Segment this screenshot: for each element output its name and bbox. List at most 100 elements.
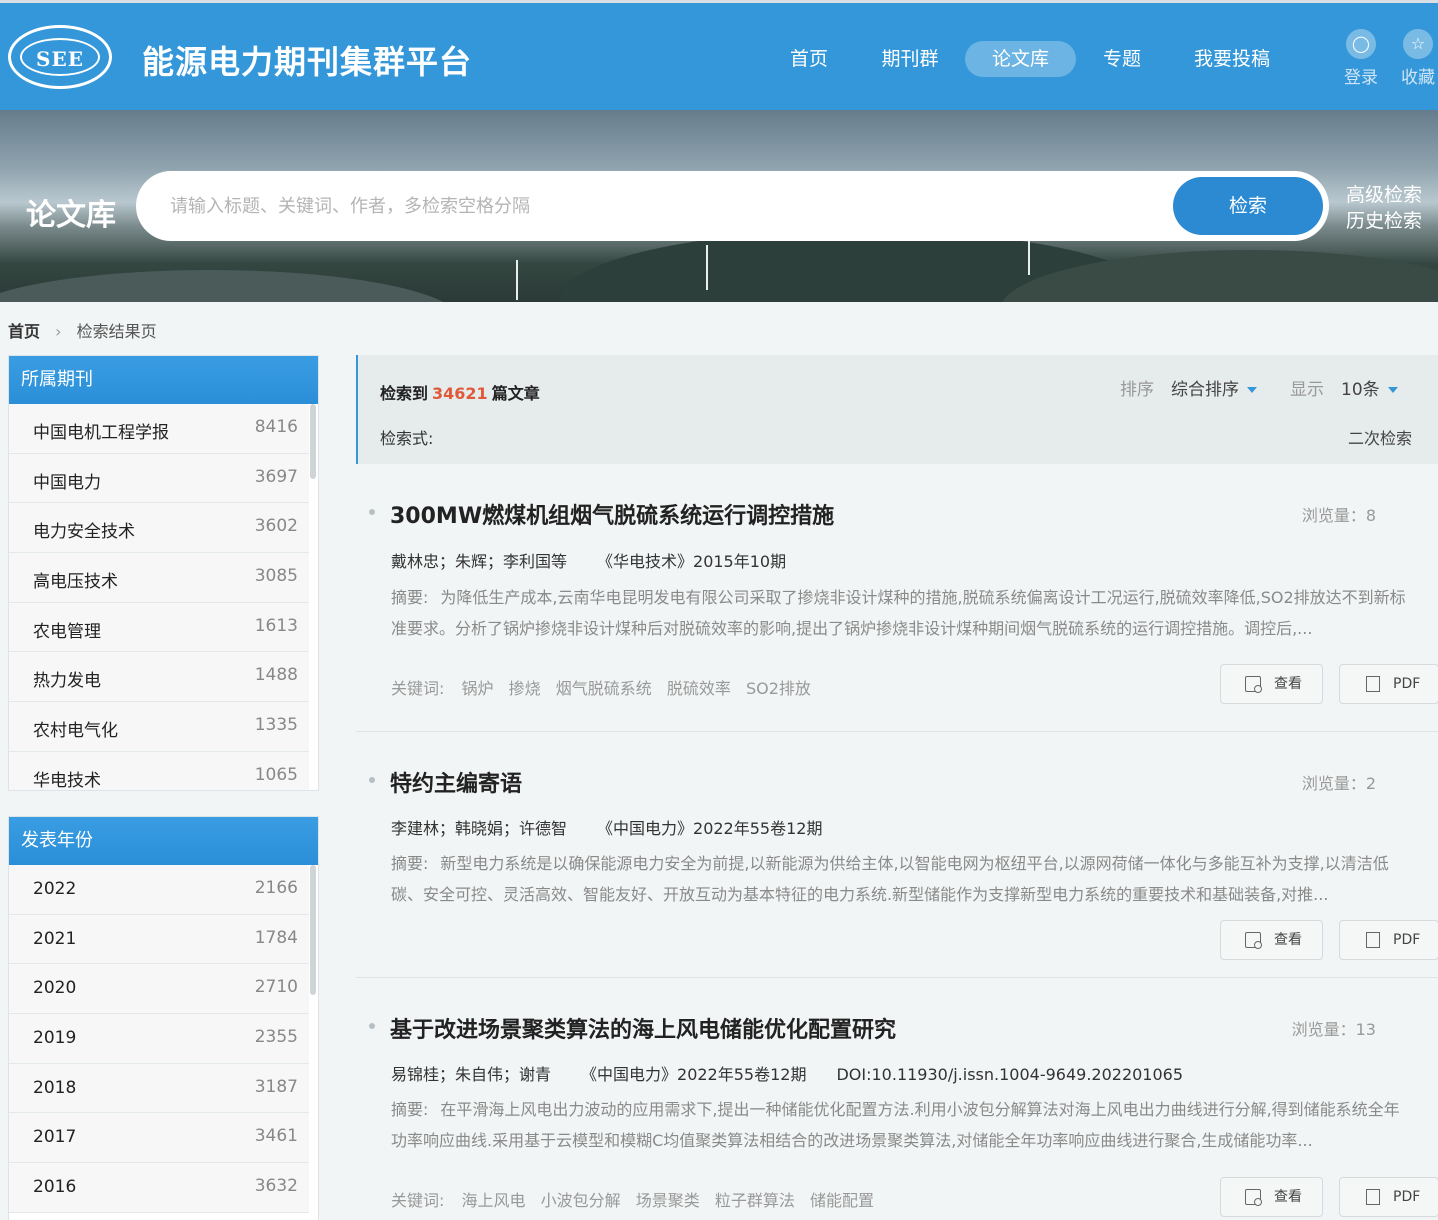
year-filter-item[interactable]: 2022 2166 bbox=[9, 865, 309, 915]
nav-journal-group[interactable]: 期刊群 bbox=[866, 41, 954, 77]
keyword-link[interactable]: 锅炉 bbox=[462, 679, 494, 698]
journal-filter-item[interactable]: 农村电气化 1335 bbox=[9, 702, 309, 752]
article-authors[interactable]: 戴林忠；朱辉；李利国等 bbox=[391, 552, 567, 571]
keyword-link[interactable]: 粒子群算法 bbox=[715, 1191, 795, 1210]
year-name: 2022 bbox=[33, 879, 77, 899]
article-doi[interactable]: DOI:10.11930/j.issn.1004-9649.202201065 bbox=[836, 1065, 1183, 1084]
favorite-button[interactable]: ☆ 收藏 bbox=[1398, 29, 1438, 88]
view-button-label: 查看 bbox=[1274, 1189, 1302, 1205]
site-title[interactable]: 能源电力期刊集群平台 bbox=[142, 37, 472, 83]
article-authors[interactable]: 易锦桂；朱自伟；谢青 bbox=[391, 1065, 551, 1084]
abstract-label: 摘要: bbox=[391, 854, 429, 873]
year-filter-item[interactable]: 2018 3187 bbox=[9, 1063, 309, 1114]
preview-icon bbox=[1245, 932, 1262, 949]
journal-list[interactable]: 中国电机工程学报 8416 中国电力 3697 电力安全技术 3602 高电压技术 30… bbox=[9, 404, 318, 790]
view-count: 浏览量：8 bbox=[1301, 506, 1376, 525]
year-filter-item[interactable]: 2017 3461 bbox=[9, 1113, 309, 1164]
view-button[interactable]: 查看 bbox=[1220, 664, 1323, 704]
scrollbar[interactable] bbox=[310, 865, 316, 995]
nav-paper-library[interactable]: 论文库 bbox=[965, 41, 1076, 77]
keyword-link[interactable]: 脱硫效率 bbox=[667, 679, 731, 698]
year-filter-item[interactable]: 2021 1784 bbox=[9, 914, 309, 965]
nav-topics[interactable]: 专题 bbox=[1090, 41, 1154, 77]
article-abstract: 摘要: 新型电力系统是以确保能源电力安全为前提,以新能源为供给主体,以智能电网为枢… bbox=[391, 848, 1406, 910]
pdf-button[interactable]: PDF bbox=[1339, 920, 1438, 960]
year-name: 2016 bbox=[33, 1177, 77, 1198]
abstract-label: 摘要: bbox=[391, 1100, 429, 1119]
year-count: 2166 bbox=[254, 878, 298, 898]
page-size-dropdown[interactable]: 10条 bbox=[1341, 375, 1398, 400]
journal-filter-item[interactable]: 华电技术 1065 bbox=[9, 751, 309, 790]
keyword-link[interactable]: 掺烧 bbox=[509, 679, 541, 698]
search-input[interactable] bbox=[170, 193, 1170, 219]
journal-name: 中国电机工程学报 bbox=[33, 423, 169, 443]
year-count: 3187 bbox=[254, 1076, 298, 1097]
star-icon: ☆ bbox=[1403, 29, 1433, 59]
see-logo[interactable]: SEE bbox=[8, 25, 112, 89]
secondary-search-link[interactable]: 二次检索 bbox=[1348, 425, 1412, 449]
result-count-prefix: 检索到 bbox=[380, 384, 429, 403]
results-header: 检索到 34621 篇文章 检索式: 排序 综合排序 显示 10条 二次检索 bbox=[356, 355, 1438, 464]
article-meta: 易锦桂；朱自伟；谢青 《中国电力》2022年55卷12期 DOI:10.11930/… bbox=[391, 1061, 1213, 1085]
journal-filter-item[interactable]: 中国电力 3697 bbox=[9, 453, 309, 504]
year-count: 3461 bbox=[254, 1126, 298, 1147]
library-title: 论文库 bbox=[26, 198, 116, 233]
abstract-text: 新型电力系统是以确保能源电力安全为前提,以新能源为供给主体,以智能电网为枢纽平台… bbox=[391, 854, 1389, 904]
view-button[interactable]: 查看 bbox=[1220, 1177, 1323, 1217]
journal-filter-item[interactable]: 中国电机工程学报 8416 bbox=[9, 404, 309, 454]
search-button[interactable]: 检索 bbox=[1173, 177, 1323, 235]
journal-filter-item[interactable]: 电力安全技术 3602 bbox=[9, 503, 309, 554]
view-button-label: 查看 bbox=[1274, 932, 1302, 948]
keyword-link[interactable]: 烟气脱硫系统 bbox=[556, 679, 652, 698]
article-source[interactable]: 《华电技术》2015年10期 bbox=[597, 552, 786, 571]
article-title[interactable]: 特约主编寄语 bbox=[390, 766, 522, 798]
article-authors[interactable]: 李建林；韩晓娟；许德智 bbox=[391, 819, 567, 838]
keyword-link[interactable]: SO2排放 bbox=[746, 679, 811, 698]
breadcrumb: 首页 › 检索结果页 bbox=[8, 318, 157, 342]
display-label: 显示 bbox=[1290, 380, 1324, 400]
journal-name: 中国电力 bbox=[33, 472, 101, 493]
chevron-right-icon: › bbox=[55, 322, 62, 341]
keyword-link[interactable]: 储能配置 bbox=[810, 1191, 874, 1210]
journal-name: 农村电气化 bbox=[33, 721, 118, 742]
nav-submit[interactable]: 我要投稿 bbox=[1180, 41, 1284, 77]
article-source[interactable]: 《中国电力》2022年55卷12期 bbox=[581, 1065, 806, 1084]
pdf-button[interactable]: PDF bbox=[1339, 664, 1438, 704]
article-title[interactable]: 基于改进场景聚类算法的海上风电储能优化配置研究 bbox=[390, 1012, 896, 1044]
pdf-button-label: PDF bbox=[1393, 932, 1421, 948]
login-button[interactable]: ◯ 登录 bbox=[1341, 29, 1381, 88]
pdf-button-label: PDF bbox=[1393, 676, 1421, 692]
journal-filter-item[interactable]: 热力发电 1488 bbox=[9, 652, 309, 703]
advanced-search-link[interactable]: 高级检索 bbox=[1346, 180, 1422, 207]
pdf-icon bbox=[1366, 1189, 1380, 1205]
article-abstract: 摘要: 在平滑海上风电出力波动的应用需求下,提出一种储能优化配置方法.利用小波包分… bbox=[391, 1094, 1406, 1156]
keyword-link[interactable]: 场景聚类 bbox=[636, 1191, 700, 1210]
keyword-link[interactable]: 海上风电 bbox=[462, 1191, 526, 1210]
journal-filter-item[interactable]: 高电压技术 3085 bbox=[9, 553, 309, 603]
nav-home[interactable]: 首页 bbox=[775, 41, 843, 77]
scrollbar[interactable] bbox=[310, 404, 316, 479]
sort-dropdown[interactable]: 综合排序 bbox=[1171, 375, 1257, 400]
breadcrumb-home[interactable]: 首页 bbox=[8, 322, 40, 341]
keyword-link[interactable]: 小波包分解 bbox=[541, 1191, 621, 1210]
year-count: 3632 bbox=[254, 1176, 298, 1197]
wind-turbine-icon bbox=[516, 260, 518, 300]
article-source[interactable]: 《中国电力》2022年55卷12期 bbox=[597, 819, 822, 838]
journal-count: 1613 bbox=[254, 615, 298, 636]
year-filter-item[interactable]: 2019 2355 bbox=[9, 1014, 309, 1064]
bullet-icon bbox=[369, 509, 375, 515]
year-name: 2019 bbox=[33, 1028, 77, 1049]
article-title[interactable]: 300MW燃煤机组烟气脱硫系统运行调控措施 bbox=[390, 498, 834, 530]
year-filter-item[interactable]: 2020 2710 bbox=[9, 964, 309, 1015]
year-filter-item[interactable]: 2016 3632 bbox=[9, 1163, 309, 1213]
year-list[interactable]: 2022 2166 2021 1784 2020 2710 2019 2355 2018… bbox=[9, 865, 318, 1220]
abstract-text: 在平滑海上风电出力波动的应用需求下,提出一种储能优化配置方法.利用小波包分解算法… bbox=[391, 1100, 1400, 1150]
history-search-link[interactable]: 历史检索 bbox=[1346, 206, 1422, 233]
view-button[interactable]: 查看 bbox=[1220, 920, 1323, 960]
result-count-number: 34621 bbox=[432, 384, 488, 403]
site-header: SEE 能源电力期刊集群平台 首页 期刊群 论文库 专题 我要投稿 ◯ 登录 ☆… bbox=[0, 0, 1438, 110]
wind-turbine-icon bbox=[706, 245, 708, 290]
journal-name: 高电压技术 bbox=[33, 572, 118, 593]
journal-filter-item[interactable]: 农电管理 1613 bbox=[9, 602, 309, 653]
pdf-button[interactable]: PDF bbox=[1339, 1177, 1438, 1217]
